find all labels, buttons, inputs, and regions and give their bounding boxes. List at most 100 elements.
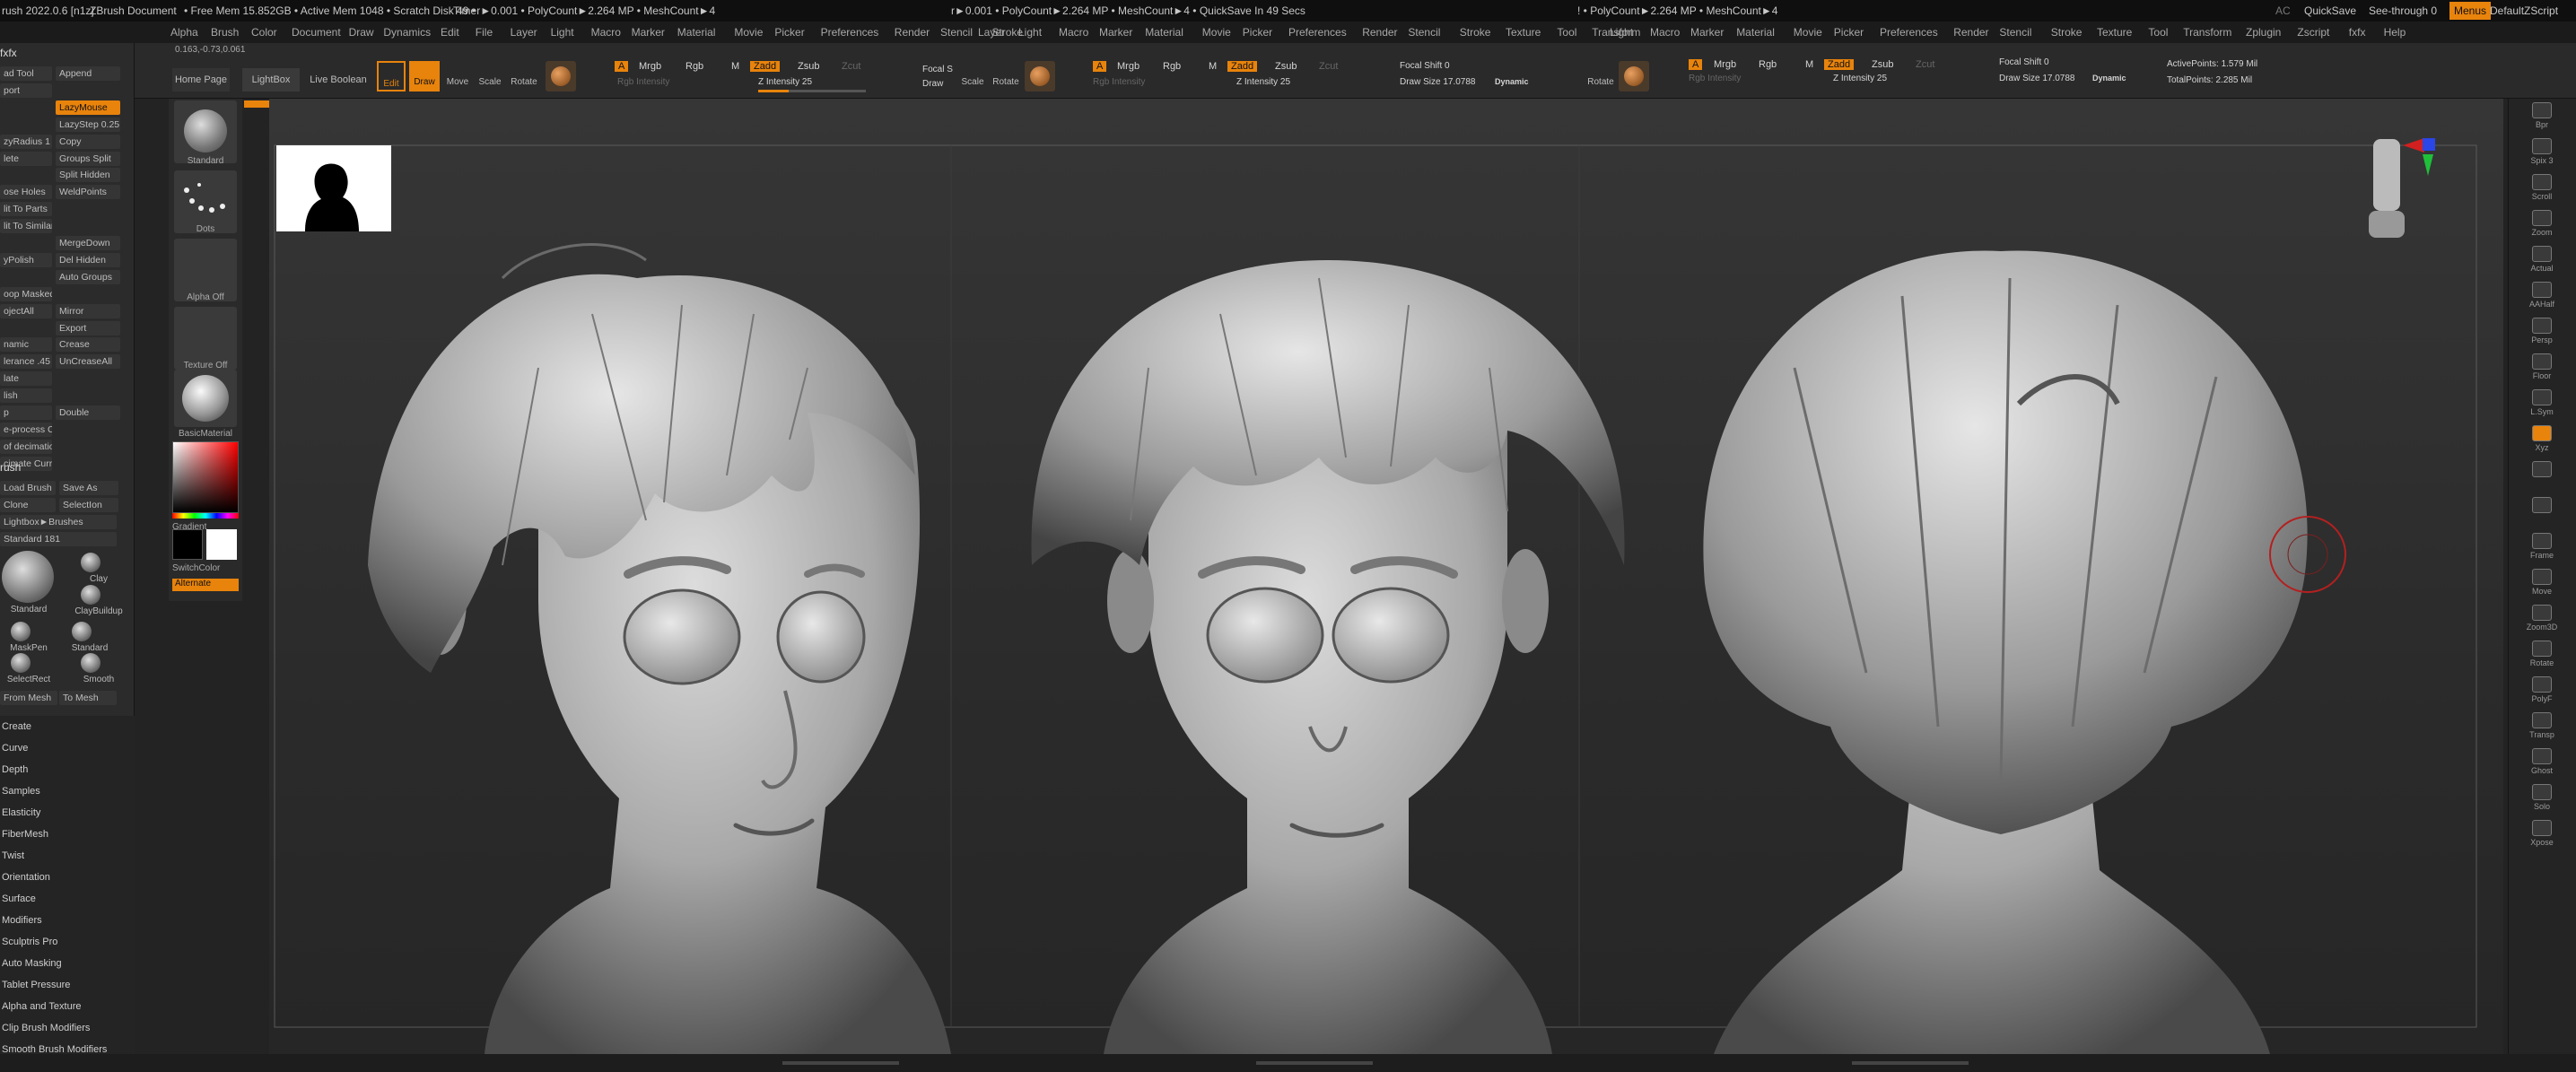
menu-movie-left[interactable]: Movie (734, 22, 763, 43)
menu-transform-right[interactable]: Transform (2183, 22, 2231, 43)
rotate-button-2[interactable]: Rotate (990, 61, 1022, 92)
menu-tool-right[interactable]: Tool (2148, 22, 2168, 43)
rgb-intensity-slider-3[interactable]: Rgb Intensity (1689, 74, 1741, 83)
shelf-zoom3d-button[interactable]: Zoom3D (2519, 605, 2564, 635)
draw-button[interactable]: Draw (409, 61, 440, 92)
menu-document-left[interactable]: Document (292, 22, 341, 43)
menu-alpha-left[interactable]: Alpha (170, 22, 198, 43)
color-picker[interactable] (172, 441, 239, 513)
shelf-blank-button[interactable] (2519, 497, 2564, 527)
tool-option-left[interactable]: oop Masked (0, 286, 52, 301)
tool-option-left[interactable]: lit To Similar Parts (0, 219, 52, 234)
menu-macro-left[interactable]: Macro (591, 22, 621, 43)
submenu-fibermesh[interactable]: FiberMesh (0, 824, 135, 845)
submenu-elasticity[interactable]: Elasticity (0, 802, 135, 824)
rgb-toggle-2[interactable]: Rgb (1163, 61, 1181, 72)
menu-marker-mid[interactable]: Marker (1099, 22, 1132, 43)
shelf-solo-button[interactable]: Solo (2519, 784, 2564, 815)
shelf-blank-button[interactable] (2519, 461, 2564, 492)
canvas-viewport[interactable] (269, 99, 2503, 1054)
tool-option-right[interactable]: Crease (56, 337, 120, 353)
rgb-intensity-slider-2[interactable]: Rgb Intensity (1093, 77, 1145, 87)
tool-option-right[interactable]: Double (56, 405, 120, 420)
menu-stencil-mid[interactable]: Stencil (1408, 22, 1440, 43)
quicksave-button[interactable]: QuickSave (2304, 0, 2356, 22)
submenu-tablet-pressure[interactable]: Tablet Pressure (0, 974, 135, 996)
menu-stencil-left[interactable]: Stencil (940, 22, 973, 43)
draw-short-label[interactable]: Draw (922, 79, 943, 89)
submenu-alpha-and-texture[interactable]: Alpha and Texture (0, 996, 135, 1017)
tool-option-left[interactable]: p (0, 405, 52, 420)
tool-option-right[interactable]: Del Hidden (56, 252, 120, 267)
shelf-floor-button[interactable]: Floor (2519, 353, 2564, 384)
menu-light-mid[interactable]: Light (1018, 22, 1042, 43)
tool-option-right[interactable]: Mirror (56, 303, 120, 318)
tool-option-left[interactable]: lete (0, 151, 52, 166)
brush-option-right[interactable]: Save As (59, 481, 118, 495)
submenu-surface[interactable]: Surface (0, 888, 135, 910)
brush-claybuildup-icon[interactable] (81, 585, 100, 605)
head-three-quarter-view[interactable] (368, 243, 951, 1054)
shelf-zoom-button[interactable]: Zoom (2519, 210, 2564, 240)
zcut-toggle[interactable]: Zcut (842, 61, 860, 72)
shelf-xpose-button[interactable]: Xpose (2519, 820, 2564, 850)
menu-movie-mid[interactable]: Movie (1202, 22, 1231, 43)
tool-option-right[interactable]: MergeDown (56, 236, 120, 250)
mrgb-toggle-3[interactable]: Mrgb (1714, 59, 1736, 70)
menu-tool-mid[interactable]: Tool (1557, 22, 1576, 43)
submenu-twist[interactable]: Twist (0, 845, 135, 867)
shelf-l-sym-button[interactable]: L.Sym (2519, 389, 2564, 420)
menu-preferences-mid[interactable]: Preferences (1288, 22, 1347, 43)
tool-option-right[interactable]: Split Hidden (56, 168, 120, 183)
gizmo-x-axis[interactable] (2403, 138, 2424, 153)
submenu-clip-brush-modifiers[interactable]: Clip Brush Modifiers (0, 1017, 135, 1039)
shelf-scroll-button[interactable]: Scroll (2519, 174, 2564, 205)
tool-option-left[interactable]: port (0, 83, 52, 98)
bottom-scrollbar-1[interactable] (782, 1061, 899, 1065)
draw-size-slider[interactable]: Draw Size 17.0788 (1400, 77, 1476, 87)
rgb-toggle[interactable]: Rgb (685, 61, 703, 72)
menu-texture-right[interactable]: Texture (2097, 22, 2132, 43)
menu-file-left[interactable]: File (476, 22, 493, 43)
main-color-swatch[interactable] (172, 529, 203, 560)
submenu-orientation[interactable]: Orientation (0, 867, 135, 888)
menu-marker-right[interactable]: Marker (1690, 22, 1724, 43)
default-zscript-button[interactable]: DefaultZScript (2490, 0, 2558, 22)
shelf-rotate-button[interactable]: Rotate (2519, 641, 2564, 671)
focal-short-label[interactable]: Focal S (922, 65, 953, 74)
hue-strip[interactable] (172, 513, 239, 519)
brush-maskpen-icon[interactable] (11, 622, 31, 641)
tool-option-right[interactable]: Auto Groups (56, 269, 120, 284)
zcut-toggle-2[interactable]: Zcut (1319, 61, 1338, 72)
brush-option-left[interactable]: Standard 181 (0, 532, 117, 546)
shelf-move-button[interactable]: Move (2519, 569, 2564, 599)
shelf-spix-3-button[interactable]: Spix 3 (2519, 138, 2564, 169)
move-button[interactable]: Move (443, 61, 472, 92)
menu-render-mid[interactable]: Render (1362, 22, 1397, 43)
menu-edit-left[interactable]: Edit (441, 22, 459, 43)
scale-button-2[interactable]: Scale (958, 61, 987, 92)
brush-clay-icon[interactable] (81, 553, 100, 572)
draw-size-slider-3[interactable]: Draw Size 17.0788 (1999, 74, 2075, 83)
m-toggle[interactable]: M (731, 61, 739, 72)
menu-preferences-left[interactable]: Preferences (821, 22, 879, 43)
m-toggle-2[interactable]: M (1209, 61, 1217, 72)
submenu-depth[interactable]: Depth (0, 759, 135, 780)
submenu-sculptris-pro[interactable]: Sculptris Pro (0, 931, 135, 953)
brush-smooth-icon[interactable] (81, 653, 100, 673)
z-intensity-slider-3[interactable]: Z Intensity 25 (1833, 74, 1887, 83)
tool-option-left[interactable]: lit To Parts (0, 202, 52, 217)
menu-picker-left[interactable]: Picker (774, 22, 804, 43)
tool-option-left[interactable]: zyRadius 1 (0, 134, 52, 149)
scale-button[interactable]: Scale (476, 61, 504, 92)
tool-option-right[interactable]: LazyMouse (56, 100, 120, 115)
brush-standard-icon[interactable] (72, 622, 92, 641)
menu-stencil-right[interactable]: Stencil (1999, 22, 2031, 43)
sculpt-canvas[interactable] (269, 99, 2503, 1054)
menu-dynamics-left[interactable]: Dynamics (383, 22, 431, 43)
tool-option-right[interactable]: Export (56, 320, 120, 336)
tool-option-left[interactable]: namic (0, 337, 52, 353)
tool-option-left[interactable]: of decimation 20 (0, 439, 52, 454)
a-toggle-3[interactable]: A (1689, 59, 1703, 70)
tool-option-right[interactable]: Groups Split (56, 151, 120, 166)
